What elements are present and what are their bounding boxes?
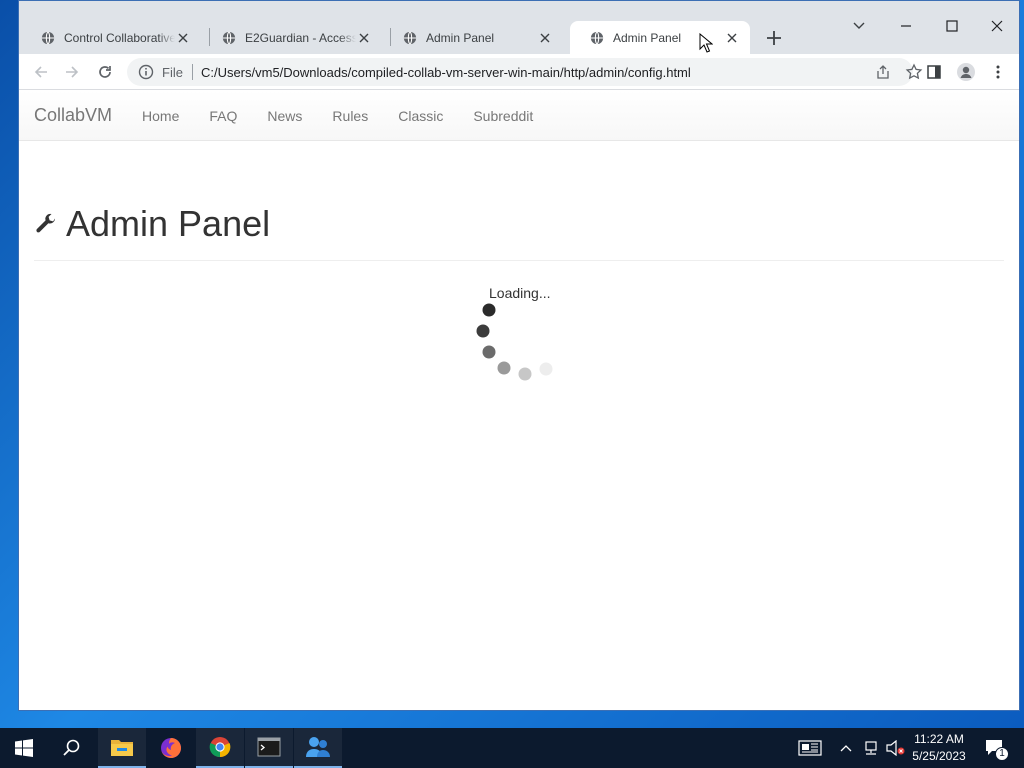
address-bar[interactable]: File C:/Users/vm5/Downloads/compiled-col… (127, 58, 923, 86)
close-tab-icon[interactable] (356, 30, 372, 46)
globe-icon (222, 30, 236, 45)
kebab-menu-icon (996, 65, 1000, 79)
terminal-icon (257, 737, 281, 757)
forward-button[interactable] (62, 62, 82, 82)
maximize-button[interactable] (941, 15, 963, 37)
browser-toolbar: File C:/Users/vm5/Downloads/compiled-col… (19, 54, 1019, 90)
volume-muted-icon (886, 740, 905, 756)
news-widget-button[interactable] (796, 728, 824, 768)
maximize-icon (946, 20, 958, 32)
avatar-icon (957, 63, 975, 81)
system-clock[interactable]: 11:22 AM 5/25/2023 (908, 731, 970, 765)
network-icon (865, 741, 877, 755)
wrench-icon (36, 213, 55, 233)
tab-title: Control Collaborative (64, 30, 175, 45)
close-tab-icon[interactable] (537, 30, 553, 46)
heading-divider (34, 260, 1004, 261)
minimize-button[interactable] (895, 15, 917, 37)
site-navbar: CollabVM Home FAQ News Rules Classic Sub… (19, 91, 1019, 141)
navbar-brand[interactable]: CollabVM (34, 105, 112, 126)
menu-button[interactable] (988, 62, 1008, 82)
user-app-button[interactable] (294, 728, 342, 768)
arrow-left-icon (34, 66, 47, 78)
chrome-button[interactable] (196, 728, 244, 768)
back-button[interactable] (31, 62, 51, 82)
side-panel-icon (927, 65, 941, 79)
chevron-up-icon (840, 745, 852, 752)
info-icon[interactable] (138, 64, 154, 80)
page-heading: Admin Panel (34, 203, 270, 245)
taskbar: 11:22 AM 5/25/2023 1 (0, 728, 1024, 768)
spinner-dot (497, 361, 511, 375)
volume-button[interactable] (885, 728, 907, 768)
show-hidden-icons-button[interactable] (838, 728, 854, 768)
network-button[interactable] (862, 728, 880, 768)
spinner-dot (482, 303, 496, 317)
terminal-button[interactable] (245, 728, 293, 768)
minimize-icon (901, 25, 911, 27)
news-icon (798, 740, 822, 756)
omnibox-divider (191, 64, 193, 80)
notification-count-badge: 1 (995, 747, 1009, 761)
share-icon[interactable] (875, 64, 891, 80)
spinner-dot (476, 324, 490, 338)
search-button[interactable] (48, 728, 96, 768)
globe-icon (590, 30, 604, 45)
firefox-button[interactable] (147, 728, 195, 768)
new-tab-button[interactable] (764, 28, 784, 48)
globe-icon (41, 30, 55, 45)
tab-admin-panel[interactable]: Admin Panel (383, 21, 563, 54)
spinner-dot (539, 362, 553, 376)
nav-item-faq[interactable]: FAQ (209, 108, 237, 124)
user-app-icon (306, 737, 330, 757)
page-content: CollabVM Home FAQ News Rules Classic Sub… (19, 91, 1019, 710)
close-tab-icon[interactable] (175, 30, 191, 46)
reload-button[interactable] (95, 62, 115, 82)
tab-admin-panel-active[interactable]: Admin Panel (570, 21, 750, 54)
chrome-icon (209, 737, 231, 758)
start-button[interactable] (0, 728, 48, 768)
spinner-dot (518, 367, 532, 381)
firefox-icon (161, 738, 181, 758)
globe-icon (403, 30, 417, 45)
tab-control-collaborative[interactable]: Control Collaborative (21, 21, 201, 54)
notification-center-button[interactable]: 1 (980, 728, 1010, 768)
tab-strip: Control Collaborative E2Guardian - Acces… (19, 1, 1019, 54)
close-tab-icon[interactable] (724, 30, 740, 46)
mouse-cursor-icon (699, 33, 713, 53)
profile-button[interactable] (956, 62, 976, 82)
plus-icon (767, 31, 781, 45)
tab-e2guardian[interactable]: E2Guardian - Access D (202, 21, 382, 54)
nav-item-rules[interactable]: Rules (332, 108, 368, 124)
windows-start-icon (15, 739, 33, 757)
close-window-button[interactable] (986, 15, 1008, 37)
arrow-right-icon (66, 66, 79, 78)
side-panel-button[interactable] (924, 62, 944, 82)
nav-item-home[interactable]: Home (142, 108, 179, 124)
page-title: Admin Panel (66, 203, 271, 244)
nav-item-subreddit[interactable]: Subreddit (473, 108, 533, 124)
spinner-dot (482, 345, 496, 359)
tab-title: Admin Panel (426, 30, 495, 45)
search-icon (63, 739, 80, 756)
browser-window: Control Collaborative E2Guardian - Acces… (18, 0, 1020, 711)
tab-title: E2Guardian - Access D (245, 30, 356, 45)
clock-date: 5/25/2023 (912, 749, 966, 763)
tab-search-button[interactable] (848, 15, 870, 37)
reload-icon (99, 66, 111, 78)
url-text[interactable]: C:/Users/vm5/Downloads/compiled-collab-v… (201, 65, 691, 80)
scheme-label: File (162, 64, 183, 80)
loading-spinner-icon (476, 303, 553, 381)
nav-item-news[interactable]: News (267, 108, 302, 124)
star-icon[interactable] (905, 63, 923, 81)
chevron-down-icon (853, 22, 865, 29)
file-explorer-icon (111, 740, 133, 756)
file-explorer-button[interactable] (98, 728, 146, 768)
close-icon (991, 20, 1003, 32)
clock-time: 11:22 AM (914, 732, 964, 746)
nav-item-classic[interactable]: Classic (398, 108, 443, 124)
